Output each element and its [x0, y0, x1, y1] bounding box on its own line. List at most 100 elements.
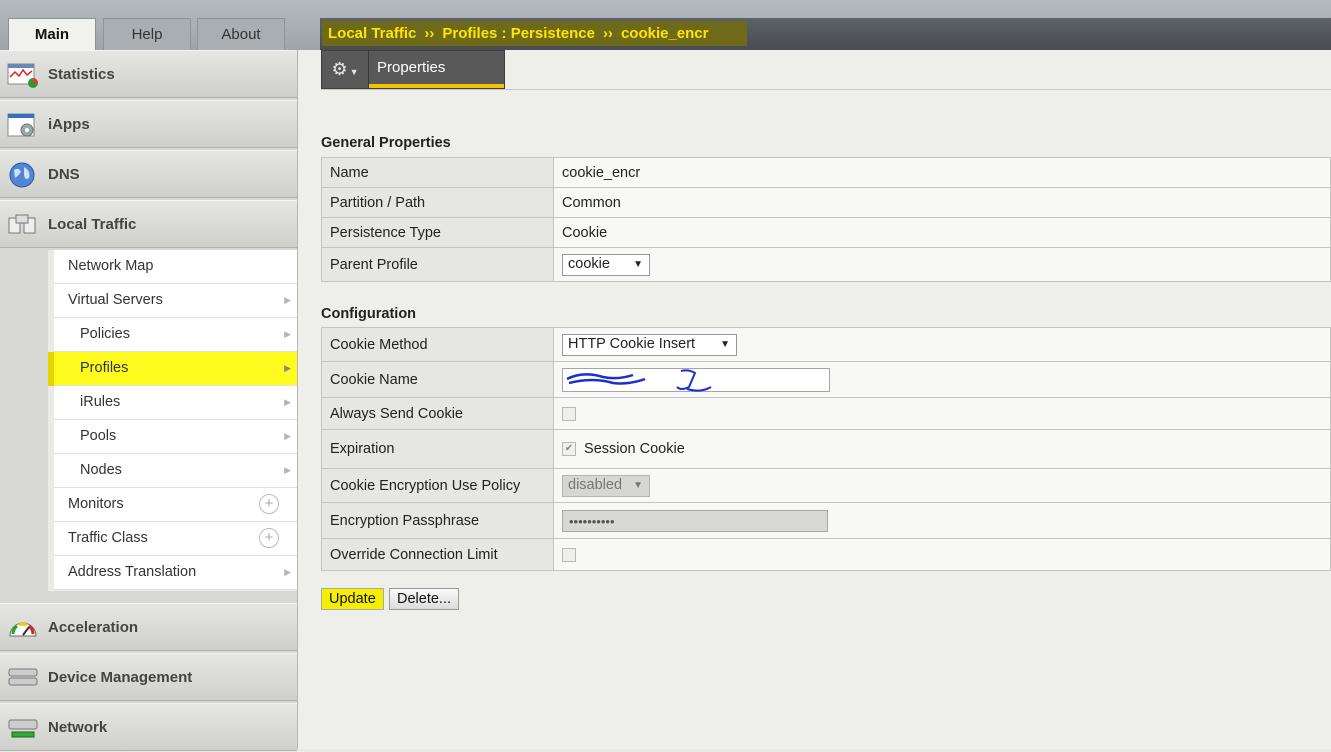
table-row: Name cookie_encr [321, 157, 1331, 188]
override-limit-cell [553, 538, 1331, 571]
sidebar-section-local-traffic[interactable]: Local Traffic [0, 200, 297, 248]
add-monitor-icon[interactable]: + [259, 494, 279, 514]
sidebar-item-monitors[interactable]: Monitors + [54, 488, 297, 522]
chevron-right-icon: ▶ [284, 363, 291, 373]
top-bar: Main Help About Local Traffic ›› Profiles … [0, 0, 1331, 50]
sidebar-section-label: Statistics [48, 66, 115, 83]
main-content: ⚙ ▼ Properties General Properties Name co… [298, 50, 1331, 749]
always-send-cookie-checkbox[interactable] [562, 406, 576, 421]
sidebar-section-label: Network [48, 719, 108, 736]
tab-about[interactable]: About [197, 18, 285, 50]
always-send-cookie-label: Always Send Cookie [321, 397, 554, 430]
table-row: Cookie Encryption Use Policy disabled ▼ [321, 468, 1331, 503]
chevron-down-icon: ▼ [349, 67, 359, 77]
sidebar-section-acceleration[interactable]: Acceleration [0, 603, 297, 651]
override-limit-label: Override Connection Limit [321, 538, 554, 571]
encryption-policy-select[interactable]: disabled ▼ [562, 474, 650, 497]
iapps-icon [7, 113, 35, 137]
expiration-cell: ✔ Session Cookie [553, 429, 1331, 469]
tab-main[interactable]: Main [8, 18, 96, 50]
breadcrumb-profiles-persistence[interactable]: Profiles : Persistence [442, 25, 595, 42]
sidebar-item-irules[interactable]: iRules ▶ [54, 386, 297, 420]
sidebar-section-dns[interactable]: DNS [0, 150, 297, 198]
encryption-policy-value: disabled [568, 476, 623, 493]
sidebar-item-label: Monitors [68, 496, 124, 512]
gear-icon: ⚙ [331, 59, 348, 79]
local-traffic-icon [8, 214, 36, 234]
session-cookie-label: Session Cookie [584, 441, 685, 457]
toolbar: ⚙ ▼ Properties [321, 50, 505, 89]
tab-help[interactable]: Help [103, 18, 191, 50]
dropdown-arrow-icon: ▼ [633, 479, 643, 491]
cookie-method-label: Cookie Method [321, 327, 554, 362]
encryption-policy-label: Cookie Encryption Use Policy [321, 468, 554, 503]
settings-menu-button[interactable]: ⚙ ▼ [322, 51, 369, 88]
chevron-right-icon: ▶ [284, 465, 291, 475]
add-traffic-class-icon[interactable]: + [259, 528, 279, 548]
sidebar-item-network-map[interactable]: Network Map [54, 250, 297, 284]
globe-icon [9, 162, 35, 188]
sidebar-item-label: iRules [80, 394, 121, 410]
sidebar-item-label: Nodes [80, 462, 122, 478]
sidebar-section-label: iApps [48, 116, 90, 133]
sidebar-section-label: Device Management [48, 669, 193, 686]
table-row: Override Connection Limit [321, 538, 1331, 571]
table-row: Cookie Name [321, 361, 1331, 398]
breadcrumb-local-traffic[interactable]: Local Traffic [328, 25, 416, 42]
override-limit-checkbox[interactable] [562, 547, 576, 562]
sidebar-section-statistics[interactable]: Statistics [0, 50, 297, 98]
persistence-type-value: Cookie [553, 217, 1331, 248]
sidebar-section-label: Acceleration [48, 619, 139, 636]
breadcrumb-separator: ›› [602, 25, 613, 42]
cookie-name-input[interactable] [562, 367, 830, 392]
dropdown-arrow-icon: ▼ [633, 258, 643, 270]
passphrase-input[interactable]: •••••••••• [562, 509, 828, 532]
divider [321, 89, 1331, 90]
chevron-right-icon: ▶ [284, 329, 291, 339]
parent-profile-label: Parent Profile [321, 247, 554, 282]
session-cookie-checkbox[interactable]: ✔ [562, 442, 576, 457]
sidebar: Statistics iApps DNS Local Traffic Netwo… [0, 50, 298, 751]
passphrase-label: Encryption Passphrase [321, 502, 554, 539]
breadcrumb-current: cookie_encr [620, 25, 709, 42]
sidebar-item-label: Network Map [68, 258, 154, 274]
cookie-method-select[interactable]: HTTP Cookie Insert ▼ [562, 333, 737, 356]
sidebar-item-label: Traffic Class [68, 530, 148, 546]
network-icon [8, 719, 38, 738]
sidebar-section-label: DNS [48, 166, 80, 183]
configuration-table: Cookie Method HTTP Cookie Insert ▼ Cookie… [321, 327, 1331, 571]
statistics-icon [7, 63, 38, 88]
table-row: Always Send Cookie [321, 397, 1331, 430]
configuration-title: Configuration [321, 306, 417, 322]
redaction-scribble [566, 368, 712, 392]
cookie-method-cell: HTTP Cookie Insert ▼ [553, 327, 1331, 362]
general-properties-title: General Properties [321, 135, 451, 151]
sidebar-item-policies[interactable]: Policies ▶ [54, 318, 297, 352]
sidebar-section-device-management[interactable]: Device Management [0, 653, 297, 701]
parent-profile-select[interactable]: cookie ▼ [562, 253, 650, 276]
general-properties-table: Name cookie_encr Partition / Path Common… [321, 157, 1331, 282]
table-row: Cookie Method HTTP Cookie Insert ▼ [321, 327, 1331, 362]
sidebar-section-network[interactable]: Network [0, 703, 297, 751]
chevron-right-icon: ▶ [284, 567, 291, 577]
delete-button[interactable]: Delete... [389, 588, 459, 610]
sidebar-item-nodes[interactable]: Nodes ▶ [54, 454, 297, 488]
sidebar-item-virtual-servers[interactable]: Virtual Servers ▶ [54, 284, 297, 318]
update-button[interactable]: Update [321, 588, 384, 610]
sidebar-section-iapps[interactable]: iApps [0, 100, 297, 148]
cookie-name-label: Cookie Name [321, 361, 554, 398]
sidebar-item-address-translation[interactable]: Address Translation ▶ [54, 556, 297, 590]
sidebar-item-profiles[interactable]: Profiles ▶ [54, 352, 297, 386]
partition-value: Common [553, 187, 1331, 218]
chevron-right-icon: ▶ [284, 295, 291, 305]
parent-profile-value: cookie [568, 255, 610, 272]
sidebar-item-label: Pools [80, 428, 117, 444]
passphrase-cell: •••••••••• [553, 502, 1331, 539]
sidebar-item-pools[interactable]: Pools ▶ [54, 420, 297, 454]
sidebar-item-traffic-class[interactable]: Traffic Class + [54, 522, 297, 556]
tab-properties[interactable]: Properties [369, 51, 504, 88]
device-icon [8, 668, 38, 686]
expiration-label: Expiration [321, 429, 554, 469]
sidebar-item-label: Virtual Servers [68, 292, 163, 308]
chevron-right-icon: ▶ [284, 431, 291, 441]
